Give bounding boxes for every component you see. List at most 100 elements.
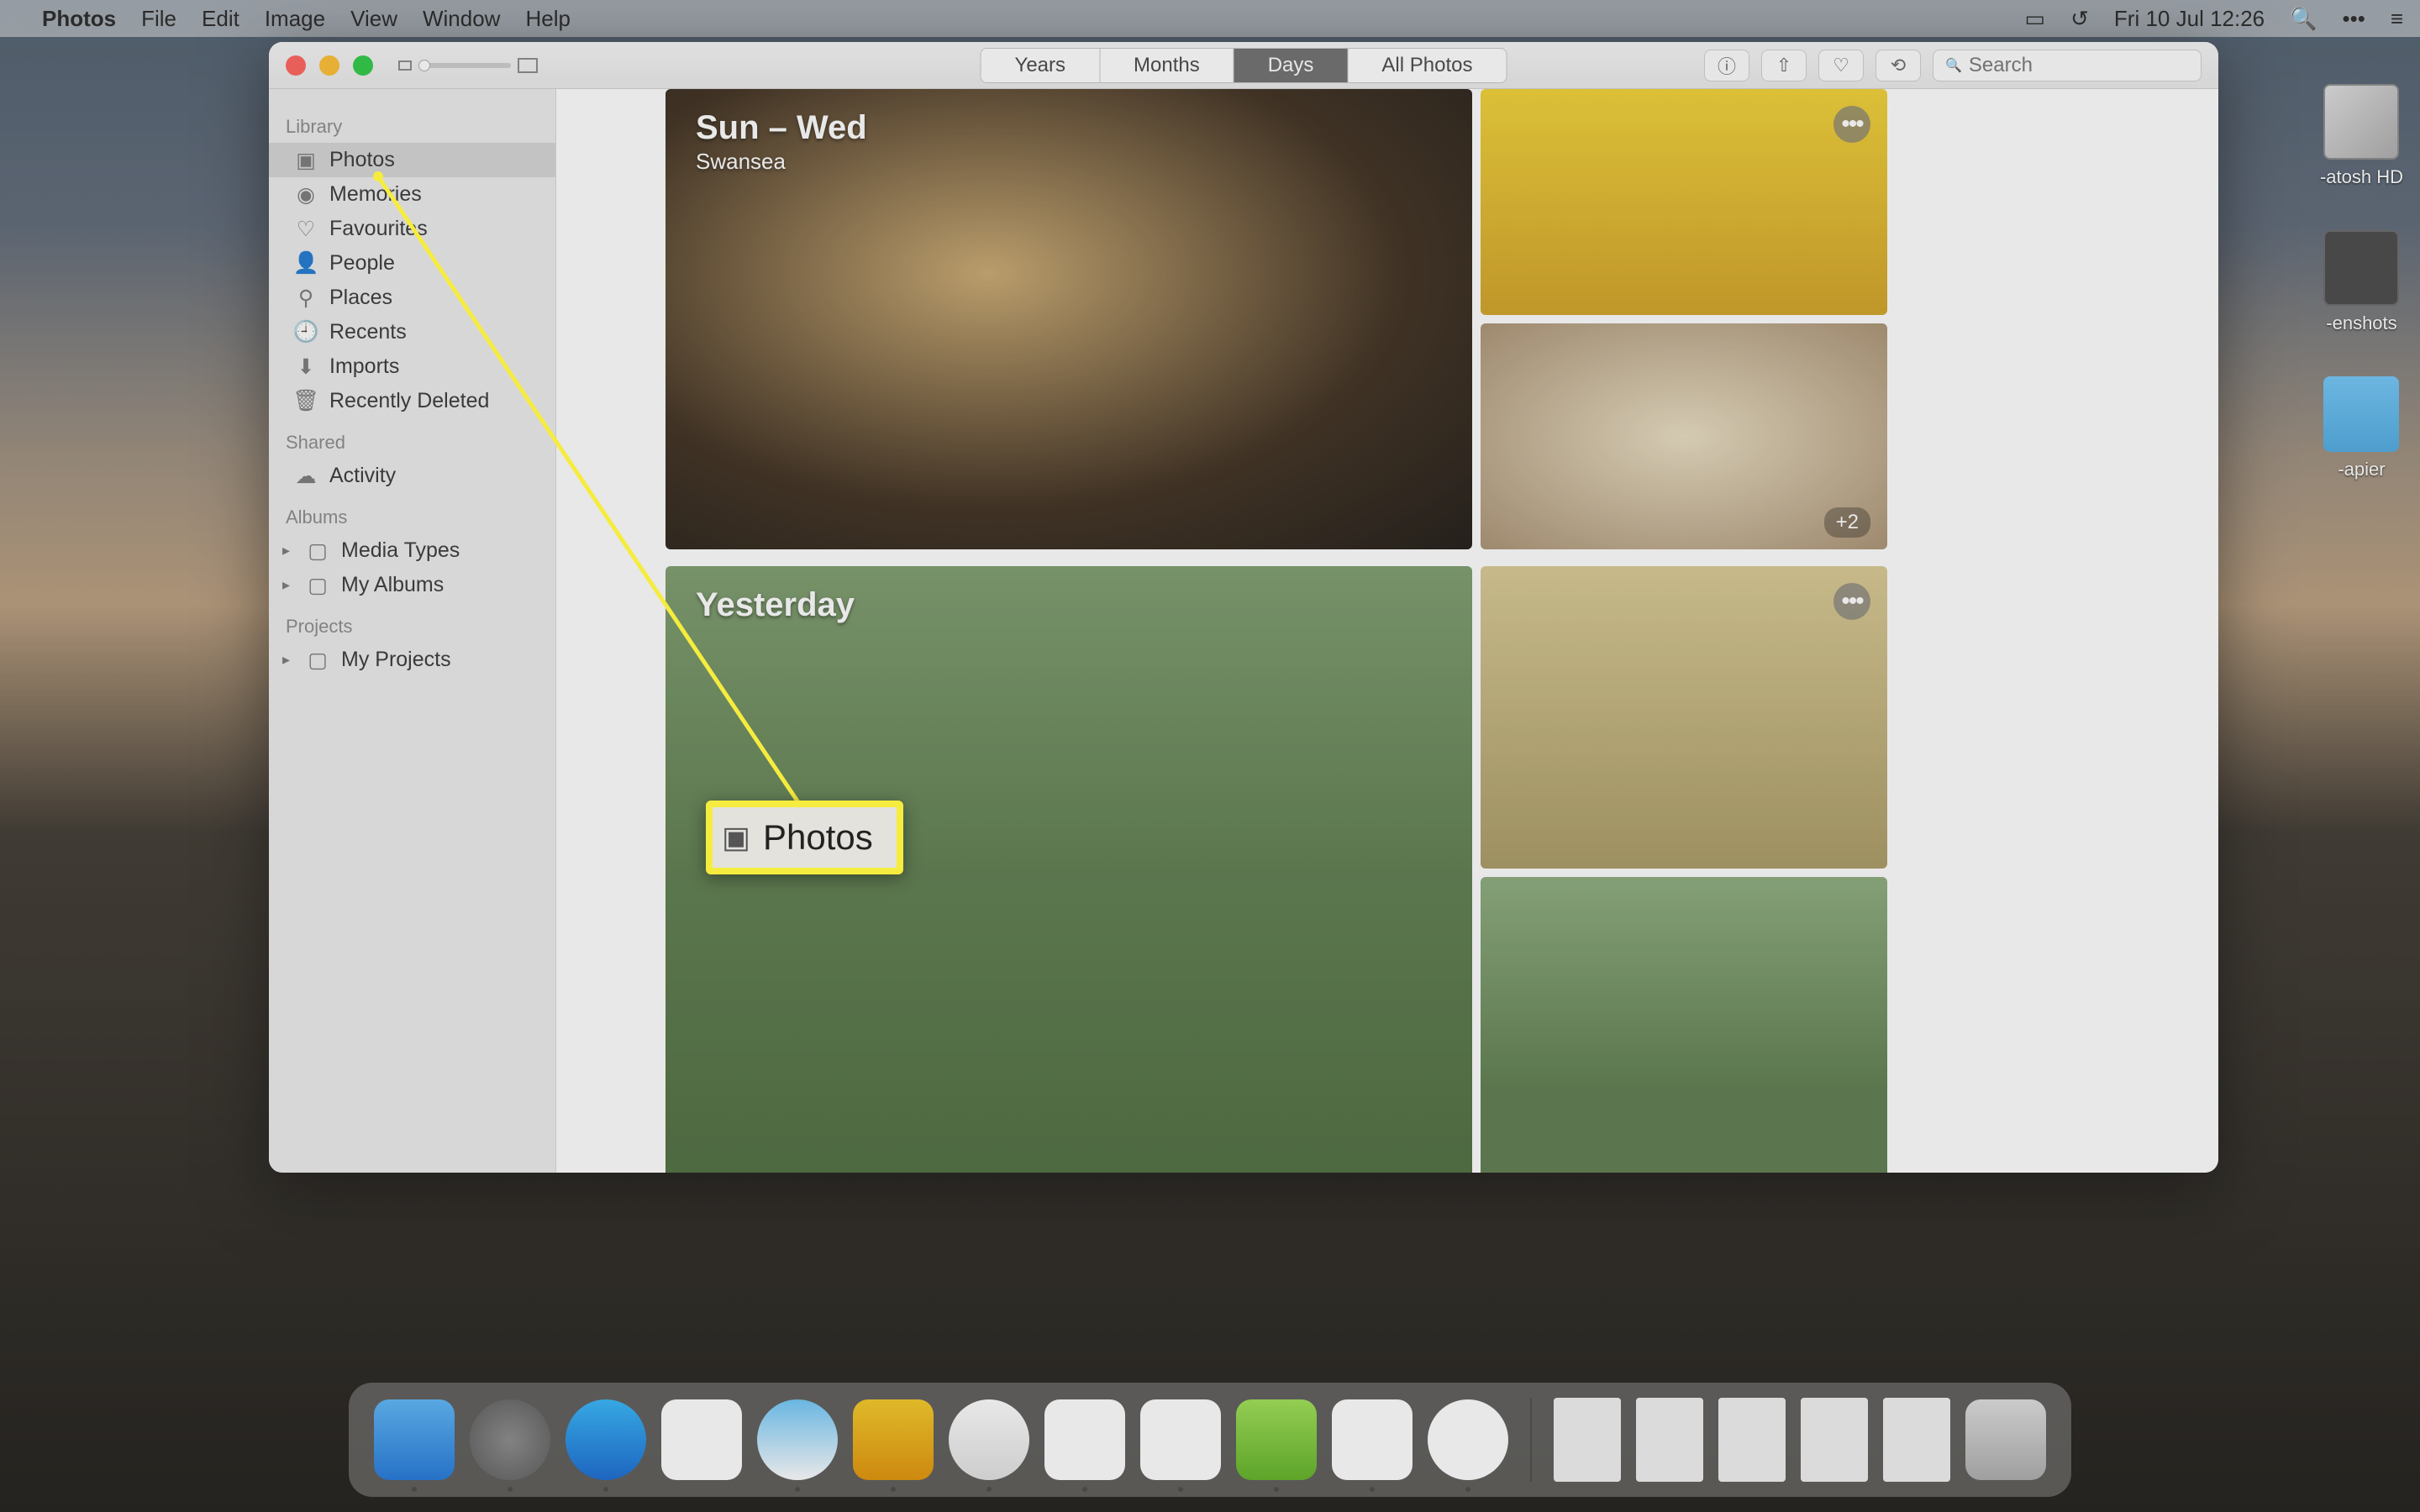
- dock-trash[interactable]: [1965, 1399, 2046, 1480]
- album-icon: ▢: [306, 650, 329, 670]
- more-options-button[interactable]: •••: [1833, 583, 1870, 620]
- close-button[interactable]: [286, 55, 306, 76]
- chevron-right-icon: ▸: [282, 651, 294, 669]
- day-title: Sun – Wed: [696, 109, 867, 147]
- sidebar-item-media-types[interactable]: ▸ ▢ Media Types: [269, 533, 555, 568]
- desktop-icons: -atosh HD -enshots -apier: [2320, 84, 2403, 480]
- sidebar-label: People: [329, 251, 395, 276]
- display-icon[interactable]: ▭: [2025, 6, 2046, 32]
- desktop-icon-folder[interactable]: -apier: [2323, 376, 2399, 480]
- menu-window[interactable]: Window: [423, 6, 500, 32]
- search-icon: 🔍: [1945, 57, 1962, 74]
- spotlight-icon[interactable]: 🔍: [2290, 6, 2317, 32]
- sidebar-section-projects: Projects: [269, 611, 555, 643]
- photo-thumbnail[interactable]: +2: [1481, 323, 1887, 549]
- favorite-button[interactable]: ♡: [1818, 50, 1864, 81]
- clock-icon: 🕘: [294, 323, 318, 343]
- screenshots-icon: [2323, 230, 2399, 306]
- dock-document[interactable]: [1718, 1398, 1786, 1482]
- rotate-button[interactable]: ⟲: [1876, 50, 1921, 81]
- sidebar-item-places[interactable]: ⚲ Places: [269, 281, 555, 315]
- desktop-label: -atosh HD: [2320, 166, 2403, 188]
- sidebar-item-recents[interactable]: 🕘 Recents: [269, 315, 555, 349]
- menu-edit[interactable]: Edit: [202, 6, 239, 32]
- sidebar-section-albums: Albums: [269, 501, 555, 533]
- dock: [349, 1383, 2071, 1497]
- day-main-photo[interactable]: Sun – Wed Swansea: [666, 89, 1472, 549]
- desktop-icon-screenshots[interactable]: -enshots: [2323, 230, 2399, 334]
- sidebar-label: My Projects: [341, 648, 451, 672]
- photos-icon: ▣: [724, 827, 748, 848]
- sidebar-item-photos[interactable]: ▣ Photos: [269, 143, 555, 177]
- more-options-button[interactable]: •••: [1833, 106, 1870, 143]
- dock-launchpad[interactable]: [470, 1399, 550, 1480]
- album-icon: ▢: [306, 541, 329, 561]
- search-input[interactable]: [1969, 54, 2189, 77]
- dock-photos[interactable]: [1428, 1399, 1508, 1480]
- desktop-label: -enshots: [2326, 312, 2396, 334]
- sidebar-item-imports[interactable]: ⬇ Imports: [269, 349, 555, 384]
- places-icon: ⚲: [294, 288, 318, 308]
- thumbnail-size-slider[interactable]: [398, 58, 538, 73]
- maximize-button[interactable]: [353, 55, 373, 76]
- dock-document[interactable]: [1801, 1398, 1868, 1482]
- dock-slack[interactable]: [1140, 1399, 1221, 1480]
- dock-textedit[interactable]: [1332, 1399, 1413, 1480]
- sidebar-item-my-albums[interactable]: ▸ ▢ My Albums: [269, 568, 555, 602]
- callout-label: Photos: [763, 817, 873, 858]
- desktop-icon-hd[interactable]: -atosh HD: [2320, 84, 2403, 188]
- sidebar-label: Memories: [329, 182, 422, 207]
- photo-thumbnail[interactable]: •••: [1481, 89, 1887, 315]
- sidebar-item-memories[interactable]: ◉ Memories: [269, 177, 555, 212]
- menubar-app-name[interactable]: Photos: [42, 6, 116, 32]
- menu-image[interactable]: Image: [265, 6, 325, 32]
- dock-app[interactable]: [853, 1399, 934, 1480]
- menu-help[interactable]: Help: [525, 6, 570, 32]
- photos-content: Sun – Wed Swansea ••• +2: [556, 89, 2218, 1173]
- hd-icon: [2323, 84, 2399, 160]
- sidebar-item-favourites[interactable]: ♡ Favourites: [269, 212, 555, 246]
- notification-center-icon[interactable]: ≡: [2391, 6, 2403, 32]
- heart-icon: ♡: [294, 219, 318, 239]
- share-button[interactable]: ⇧: [1761, 50, 1807, 81]
- sidebar-item-my-projects[interactable]: ▸ ▢ My Projects: [269, 643, 555, 677]
- sidebar: Library ▣ Photos ◉ Memories ♡ Favourites…: [269, 89, 556, 1173]
- cloud-icon: ☁: [294, 466, 318, 486]
- dock-calendar[interactable]: [661, 1399, 742, 1480]
- more-photos-badge[interactable]: +2: [1824, 507, 1870, 538]
- minimize-button[interactable]: [319, 55, 339, 76]
- menubar-datetime[interactable]: Fri 10 Jul 12:26: [2114, 6, 2265, 32]
- chevron-right-icon: ▸: [282, 576, 294, 594]
- desktop-label: -apier: [2338, 459, 2385, 480]
- dock-document[interactable]: [1636, 1398, 1703, 1482]
- search-box[interactable]: 🔍: [1933, 50, 2202, 81]
- photos-icon: ▣: [294, 150, 318, 171]
- sidebar-label: Photos: [329, 148, 395, 172]
- dock-finder[interactable]: [374, 1399, 455, 1480]
- dock-document[interactable]: [1883, 1398, 1950, 1482]
- import-icon: ⬇: [294, 357, 318, 377]
- info-button[interactable]: ⓘ: [1704, 50, 1749, 81]
- folder-icon: [2323, 376, 2399, 452]
- siri-icon[interactable]: •••: [2343, 6, 2365, 32]
- menubar: Photos File Edit Image View Window Help …: [0, 0, 2420, 37]
- trash-icon: 🗑: [294, 391, 318, 412]
- segment-all-photos[interactable]: All Photos: [1348, 49, 1506, 82]
- dock-safari[interactable]: [949, 1399, 1029, 1480]
- dock-app-green[interactable]: [1236, 1399, 1317, 1480]
- dock-document[interactable]: [1554, 1398, 1621, 1482]
- timemachine-icon[interactable]: ↺: [2070, 6, 2089, 32]
- dock-iawriter[interactable]: [1044, 1399, 1125, 1480]
- segment-years[interactable]: Years: [981, 49, 1101, 82]
- menu-file[interactable]: File: [141, 6, 176, 32]
- segment-months[interactable]: Months: [1100, 49, 1234, 82]
- dock-mail[interactable]: [757, 1399, 838, 1480]
- sidebar-item-activity[interactable]: ☁ Activity: [269, 459, 555, 493]
- sidebar-item-people[interactable]: 👤 People: [269, 246, 555, 281]
- menu-view[interactable]: View: [350, 6, 397, 32]
- segment-days[interactable]: Days: [1234, 49, 1349, 82]
- photo-thumbnail[interactable]: •••: [1481, 566, 1887, 869]
- sidebar-item-recently-deleted[interactable]: 🗑 Recently Deleted: [269, 384, 555, 418]
- photo-thumbnail[interactable]: [1481, 877, 1887, 1173]
- dock-appstore[interactable]: [566, 1399, 646, 1480]
